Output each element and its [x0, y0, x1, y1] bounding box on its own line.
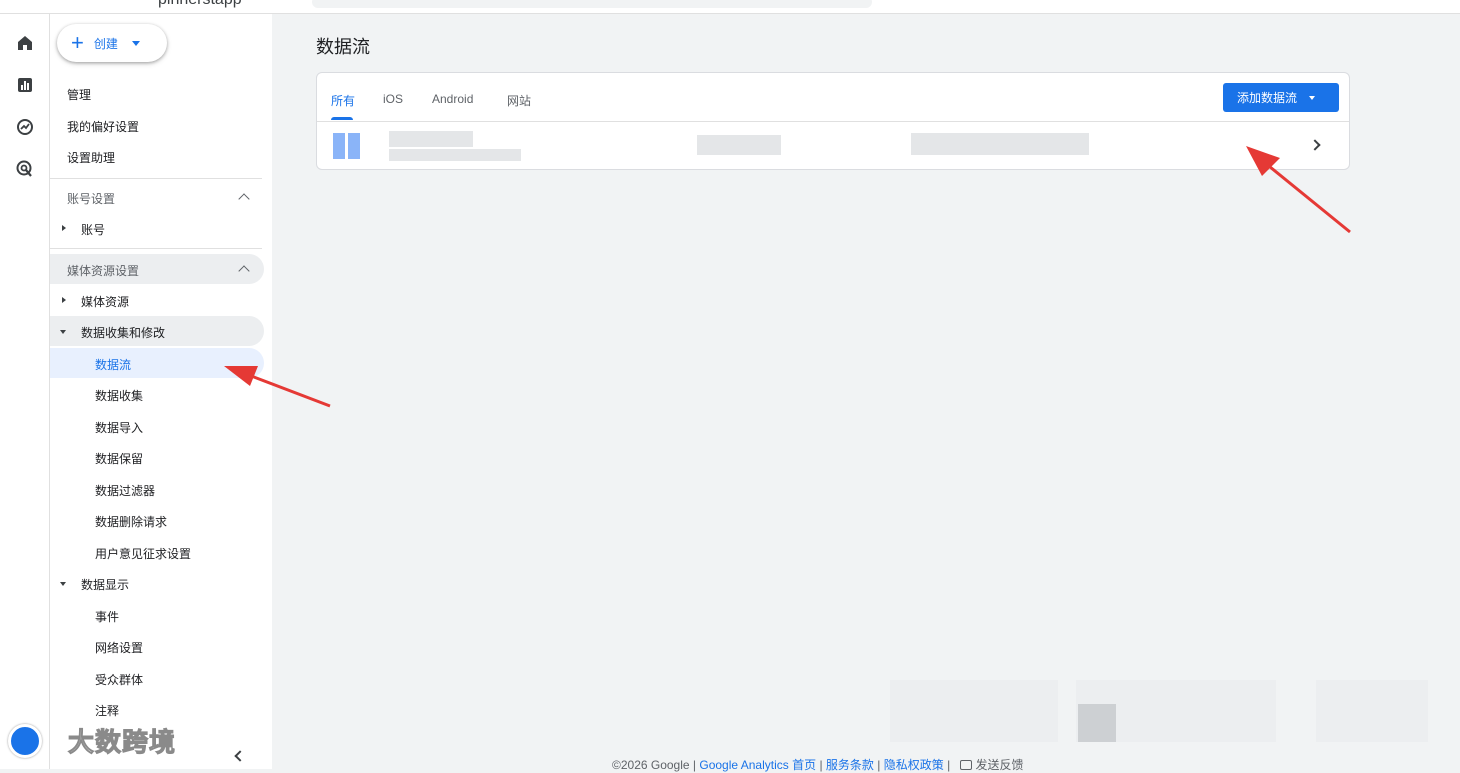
divider: [317, 121, 1349, 122]
chevron-right-icon[interactable]: [1309, 139, 1321, 151]
sidebar-item-data-import[interactable]: 数据导入: [95, 419, 143, 436]
sidebar-item-preferences[interactable]: 我的偏好设置: [67, 118, 139, 135]
admin-sidebar: + 创建 管理 我的偏好设置 设置助理 账号设置 账号 媒体资源设置 媒体资源 …: [50, 14, 272, 769]
redacted-stream-name: [389, 131, 473, 147]
redacted-region: [890, 680, 1058, 742]
chevron-up-icon[interactable]: [238, 193, 250, 205]
footer-sep: |: [873, 758, 884, 772]
collapse-arrow-icon[interactable]: [60, 582, 66, 586]
footer-sep: |: [943, 758, 954, 772]
add-stream-label: 添加数据流: [1237, 91, 1298, 105]
caret-down-icon: [131, 40, 140, 46]
section-header-property[interactable]: 媒体资源设置: [67, 262, 139, 279]
create-label: 创建: [93, 36, 118, 51]
sidebar-item-property[interactable]: 媒体资源: [81, 293, 129, 310]
home-icon[interactable]: [15, 33, 35, 53]
redacted-region: [1316, 680, 1428, 742]
expand-arrow-icon[interactable]: [62, 297, 66, 303]
sidebar-item-audiences[interactable]: 受众群体: [95, 671, 143, 688]
data-streams-card: 所有 iOS Android 网站 添加数据流: [316, 72, 1350, 170]
advertising-icon[interactable]: [15, 159, 35, 179]
sidebar-item-data-streams[interactable]: 数据流: [95, 356, 131, 373]
sidebar-item-data-filters[interactable]: 数据过滤器: [95, 482, 155, 499]
redacted-region: [1078, 704, 1116, 742]
search-input[interactable]: [312, 0, 872, 8]
sidebar-item-annotations[interactable]: 注释: [95, 702, 119, 719]
top-bar: pinnerstapp: [0, 0, 1460, 14]
explore-icon[interactable]: [15, 117, 35, 137]
sidebar-item-events[interactable]: 事件: [95, 608, 119, 625]
tab-ios[interactable]: iOS: [383, 92, 403, 106]
footer-sep: |: [689, 758, 700, 772]
add-stream-button[interactable]: 添加数据流: [1223, 83, 1339, 112]
sidebar-item-data-collection-settings[interactable]: 数据收集: [95, 387, 143, 404]
sidebar-item-web-settings[interactable]: 网络设置: [95, 639, 143, 656]
tab-web[interactable]: 网站: [507, 92, 531, 109]
watermark-text: 大数跨境: [67, 727, 177, 758]
collapse-arrow-icon[interactable]: [60, 330, 66, 334]
redacted-stream-url: [389, 149, 521, 161]
tab-all[interactable]: 所有: [331, 92, 355, 109]
page-title: 数据流: [316, 37, 370, 57]
selected-highlight: [50, 348, 264, 378]
divider: [50, 178, 262, 179]
watermark: 大数跨境: [8, 722, 176, 759]
footer-sep: |: [816, 758, 826, 772]
sidebar-item-data-retention[interactable]: 数据保留: [95, 450, 143, 467]
sidebar-item-data-display[interactable]: 数据显示: [81, 576, 129, 593]
sidebar-item-consent-settings[interactable]: 用户意见征求设置: [95, 545, 191, 562]
sidebar-item-account[interactable]: 账号: [81, 221, 105, 238]
web-stream-icon: [333, 133, 361, 159]
caret-down-icon: [1309, 95, 1316, 100]
redacted-measurement-id: [911, 133, 1089, 155]
plus-icon: +: [71, 30, 84, 55]
create-button[interactable]: + 创建: [57, 24, 167, 62]
footer-copyright: ©2026 Google: [612, 758, 690, 772]
sidebar-item-admin[interactable]: 管理: [67, 86, 91, 103]
divider: [50, 248, 262, 249]
footer-link-privacy[interactable]: 隐私权政策: [884, 758, 944, 772]
property-selector[interactable]: pinnerstapp: [158, 0, 242, 9]
sidebar-item-data-collection[interactable]: 数据收集和修改: [81, 324, 165, 341]
collapse-sidebar-icon[interactable]: [234, 750, 246, 762]
redacted-stream-id: [697, 135, 781, 155]
left-rail: [0, 14, 50, 769]
section-header-account[interactable]: 账号设置: [67, 190, 115, 207]
footer: ©2026 Google | Google Analytics 首页 | 服务条…: [612, 756, 1024, 773]
active-tab-indicator: [331, 117, 353, 120]
reports-icon[interactable]: [15, 75, 35, 95]
sidebar-item-data-deletion[interactable]: 数据删除请求: [95, 513, 167, 530]
footer-feedback[interactable]: 发送反馈: [976, 758, 1024, 772]
tab-android[interactable]: Android: [432, 92, 473, 106]
footer-link-ga-home[interactable]: Google Analytics 首页: [699, 758, 816, 772]
watermark-logo: [8, 723, 42, 758]
footer-link-terms[interactable]: 服务条款: [826, 758, 874, 772]
expand-arrow-icon[interactable]: [62, 225, 66, 231]
sidebar-item-setup-assistant[interactable]: 设置助理: [67, 149, 115, 166]
